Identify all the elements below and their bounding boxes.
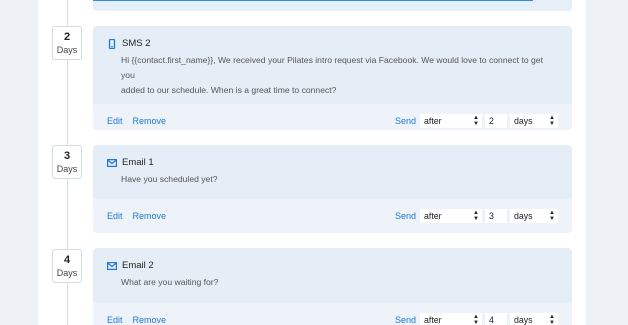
mail-icon: [107, 261, 117, 271]
step-card-footer: Edit Remove Send after ▲ ▼ 3 days ▲ ▼: [93, 199, 572, 233]
send-delay-value: 4: [489, 315, 494, 325]
remove-link[interactable]: Remove: [133, 116, 167, 126]
send-timing-select[interactable]: after ▲ ▼: [420, 209, 482, 223]
step-title: Email 2: [122, 260, 154, 271]
step-message: Have you scheduled yet?: [107, 172, 558, 187]
step-card-footer: Edit Remove Send after ▲ ▼ 4 days ▲ ▼: [93, 303, 572, 325]
step-message-line: What are you waiting for?: [121, 277, 219, 287]
send-timing-select[interactable]: after ▲ ▼: [420, 114, 482, 128]
updown-arrows-icon: ▲ ▼: [549, 115, 555, 127]
send-delay-value: 3: [489, 211, 494, 221]
remove-link[interactable]: Remove: [133, 211, 167, 221]
mail-icon: [107, 158, 117, 168]
updown-arrows-icon: ▲ ▼: [473, 210, 479, 222]
step-message-line: Have you scheduled yet?: [121, 174, 218, 184]
send-delay-input[interactable]: 3: [485, 209, 507, 223]
send-unit-value: days: [514, 211, 533, 221]
day-unit-label: Days: [56, 164, 78, 174]
day-unit-label: Days: [56, 45, 78, 55]
step-message-line: Hi {{contact.first_name}}, We received y…: [121, 55, 543, 80]
day-badge: 3 Days: [52, 145, 82, 179]
send-timing-value: after: [424, 315, 442, 325]
updown-arrows-icon: ▲ ▼: [473, 314, 479, 325]
step-message: What are you waiting for?: [107, 275, 558, 290]
send-timing-value: after: [424, 116, 442, 126]
day-unit-label: Days: [56, 268, 78, 278]
send-delay-input[interactable]: 2: [485, 114, 507, 128]
day-number: 3: [63, 150, 71, 162]
send-label: Send: [394, 315, 416, 325]
step-message-line: added to our schedule. When is a great t…: [121, 85, 337, 95]
send-timing-value: after: [424, 211, 442, 221]
day-badge: 2 Days: [52, 26, 82, 60]
send-delay-value: 2: [489, 116, 494, 126]
send-unit-select[interactable]: days ▲ ▼: [510, 209, 558, 223]
send-unit-value: days: [514, 315, 533, 325]
send-label: Send: [394, 211, 416, 221]
updown-arrows-icon: ▲ ▼: [473, 115, 479, 127]
step-title-row: SMS 2: [107, 38, 558, 49]
send-delay-input[interactable]: 4: [485, 313, 507, 325]
send-unit-value: days: [514, 116, 533, 126]
step-title-row: Email 2: [107, 260, 558, 271]
previous-step-card: [93, 0, 572, 11]
edit-link[interactable]: Edit: [107, 315, 123, 325]
step-title: Email 1: [122, 157, 154, 168]
updown-arrows-icon: ▲ ▼: [549, 210, 555, 222]
top-progress-bar: [93, 0, 533, 1]
remove-link[interactable]: Remove: [133, 315, 167, 325]
step-card: Email 1 Have you scheduled yet? Edit Rem…: [93, 145, 572, 233]
step-card-body: Email 2 What are you waiting for?: [93, 248, 572, 303]
day-badge: 4 Days: [52, 249, 82, 283]
step-card-footer: Edit Remove Send after ▲ ▼ 2 days ▲ ▼: [93, 104, 572, 130]
step-card-body: SMS 2 Hi {{contact.first_name}}, We rece…: [93, 26, 572, 104]
updown-arrows-icon: ▲ ▼: [549, 314, 555, 325]
send-unit-select[interactable]: days ▲ ▼: [510, 313, 558, 325]
edit-link[interactable]: Edit: [107, 211, 123, 221]
send-unit-select[interactable]: days ▲ ▼: [510, 114, 558, 128]
phone-icon: [107, 38, 117, 49]
step-message: Hi {{contact.first_name}}, We received y…: [107, 53, 558, 98]
send-timing-select[interactable]: after ▲ ▼: [420, 313, 482, 325]
step-card: Email 2 What are you waiting for? Edit R…: [93, 248, 572, 325]
step-title-row: Email 1: [107, 157, 558, 168]
day-number: 4: [63, 254, 71, 266]
send-label: Send: [394, 116, 416, 126]
day-number: 2: [63, 31, 71, 43]
step-card: SMS 2 Hi {{contact.first_name}}, We rece…: [93, 26, 572, 130]
step-card-body: Email 1 Have you scheduled yet?: [93, 145, 572, 199]
edit-link[interactable]: Edit: [107, 116, 123, 126]
step-title: SMS 2: [122, 38, 151, 49]
